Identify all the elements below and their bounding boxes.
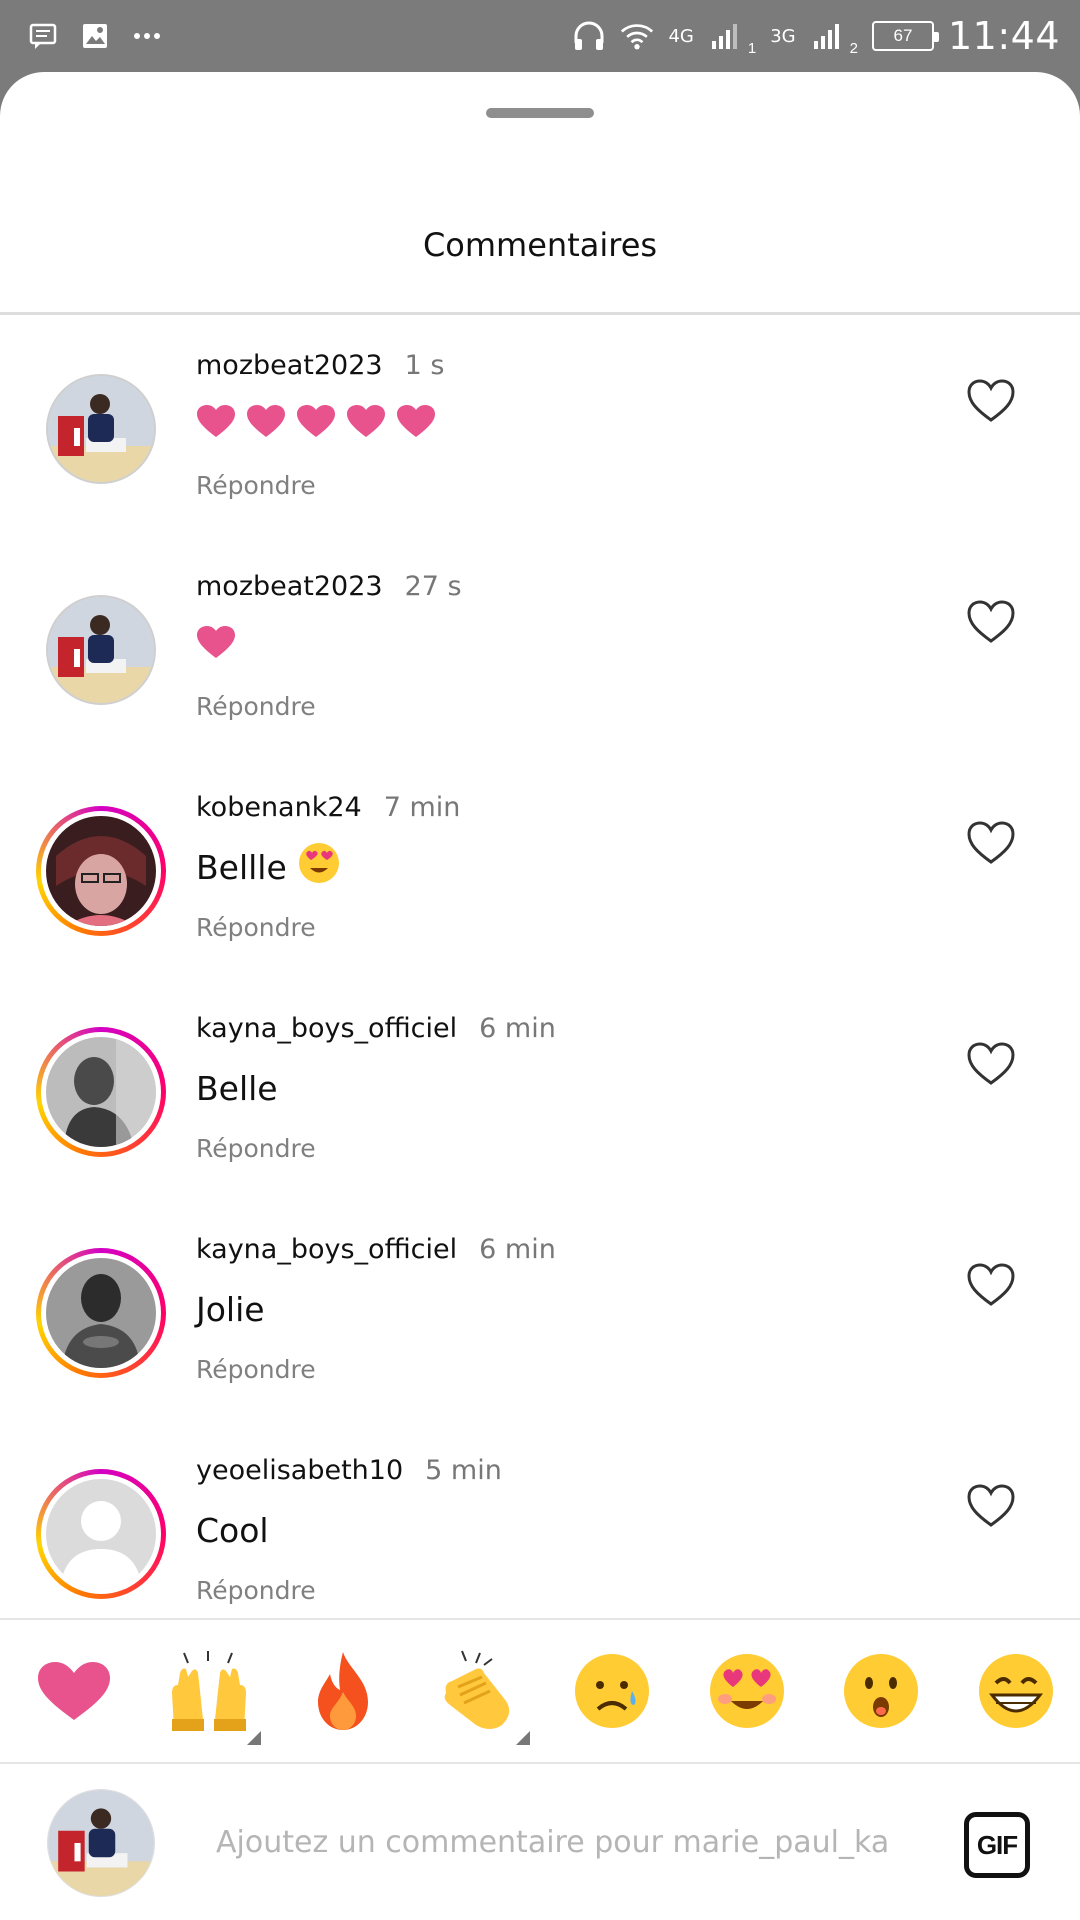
- avatar[interactable]: [46, 595, 156, 705]
- my-avatar[interactable]: [46, 1788, 156, 1898]
- heart-icon: [396, 404, 436, 446]
- comment-text-content: Bellle: [196, 847, 287, 887]
- status-bar: 4G 1 3G 2 67 11:44: [0, 0, 1080, 72]
- comment-time: 6 min: [479, 1013, 556, 1044]
- comment-time: 1 s: [404, 350, 445, 381]
- comment-text: Belle: [196, 1068, 278, 1108]
- fire-icon[interactable]: [295, 1643, 391, 1739]
- clapping-hands-icon[interactable]: [430, 1643, 530, 1745]
- avatar-story-ring[interactable]: [36, 1469, 166, 1599]
- like-heart-icon[interactable]: [966, 820, 1016, 866]
- reply-button[interactable]: Répondre: [196, 1134, 916, 1163]
- heart-icon: [196, 404, 236, 446]
- gif-button[interactable]: GIF: [964, 1812, 1030, 1878]
- divider: [0, 312, 1080, 315]
- like-heart-icon[interactable]: [966, 1041, 1016, 1087]
- heart-icon: [246, 404, 286, 446]
- skin-tone-indicator: [515, 1731, 530, 1745]
- wifi-icon: [620, 19, 654, 53]
- avatar-photo: [46, 1037, 156, 1147]
- comment-item: kobenank24 7 min Bellle Répondre: [0, 758, 1080, 979]
- comment-item: mozbeat2023 1 s Répondre: [0, 316, 1080, 537]
- comment-username[interactable]: kobenank24: [196, 792, 362, 823]
- comment-text: Cool: [196, 1510, 269, 1550]
- avatar[interactable]: [46, 374, 156, 484]
- comment-text: Bellle: [196, 843, 916, 889]
- like-heart-icon[interactable]: [966, 1483, 1016, 1529]
- comment-time: 6 min: [479, 1234, 556, 1265]
- comment-item: kayna_boys_officiel 6 min Belle Répondre: [0, 979, 1080, 1200]
- quick-reactions-bar: [0, 1618, 1080, 1764]
- skin-tone-indicator: [246, 1731, 261, 1745]
- comment-item: kayna_boys_officiel 6 min Jolie Répondre: [0, 1200, 1080, 1421]
- signal-icon-2: [810, 19, 844, 53]
- comment-composer: GIF: [0, 1766, 1080, 1920]
- image-icon: [78, 19, 112, 53]
- clock: 11:44: [947, 14, 1060, 58]
- default-avatar-icon: [46, 1479, 156, 1589]
- sim-2-label: 2: [849, 39, 858, 57]
- avatar-photo: [48, 597, 154, 703]
- surprised-face-icon[interactable]: [833, 1643, 929, 1739]
- comments-list[interactable]: mozbeat2023 1 s Répondre mozbeat2023 27 …: [0, 316, 1080, 1616]
- avatar-photo: [47, 1789, 155, 1897]
- reply-button[interactable]: Répondre: [196, 913, 916, 942]
- network-type-2: 3G: [770, 25, 796, 47]
- avatar-story-ring[interactable]: [36, 1248, 166, 1378]
- sheet-title: Commentaires: [422, 226, 658, 264]
- crying-face-icon[interactable]: [564, 1643, 660, 1739]
- comment-text: [196, 403, 916, 447]
- reply-button[interactable]: Répondre: [196, 1576, 916, 1605]
- reply-button[interactable]: Répondre: [196, 692, 916, 721]
- comment-time: 27 s: [404, 571, 462, 602]
- laughing-face-icon[interactable]: [968, 1643, 1064, 1739]
- heart-reaction-icon[interactable]: [26, 1643, 122, 1739]
- comment-time: 5 min: [425, 1455, 502, 1486]
- headphones-icon: [572, 19, 606, 53]
- like-heart-icon[interactable]: [966, 1262, 1016, 1308]
- avatar-story-ring[interactable]: [36, 1027, 166, 1157]
- comment-input[interactable]: [216, 1814, 936, 1870]
- sim-1-label: 1: [747, 39, 757, 57]
- signal-icon-1: [708, 19, 742, 53]
- like-heart-icon[interactable]: [966, 378, 1016, 424]
- comments-sheet: Commentaires mozbeat2023 1 s Répondre mo…: [0, 72, 1080, 1920]
- reply-button[interactable]: Répondre: [196, 1355, 916, 1384]
- message-icon: [26, 19, 60, 53]
- network-type-1: 4G: [668, 25, 694, 47]
- heart-eyes-emoji-icon: [297, 841, 341, 893]
- battery-icon: 67: [871, 21, 939, 51]
- more-icon: [130, 19, 164, 53]
- comment-text: [196, 624, 916, 668]
- comment-text: Jolie: [196, 1289, 265, 1329]
- heart-icon: [346, 404, 386, 446]
- comment-username[interactable]: mozbeat2023: [196, 350, 383, 381]
- avatar-story-ring[interactable]: [36, 806, 166, 936]
- comment-username[interactable]: mozbeat2023: [196, 571, 383, 602]
- heart-icon: [196, 625, 236, 667]
- comment-username[interactable]: kayna_boys_officiel: [196, 1234, 457, 1265]
- sheet-drag-handle[interactable]: [486, 108, 594, 118]
- comment-time: 7 min: [383, 792, 461, 823]
- heart-icon: [296, 404, 336, 446]
- reply-button[interactable]: Répondre: [196, 471, 916, 500]
- avatar-photo: [46, 816, 156, 926]
- raising-hands-icon[interactable]: [161, 1643, 261, 1745]
- avatar-photo: [46, 1258, 156, 1368]
- comment-item: yeoelisabeth10 5 min Cool Répondre: [0, 1421, 1080, 1616]
- heart-eyes-icon[interactable]: [699, 1643, 795, 1739]
- avatar-photo: [48, 376, 154, 482]
- comment-username[interactable]: yeoelisabeth10: [196, 1455, 403, 1486]
- comment-username[interactable]: kayna_boys_officiel: [196, 1013, 457, 1044]
- comment-item: mozbeat2023 27 s Répondre: [0, 537, 1080, 758]
- like-heart-icon[interactable]: [966, 599, 1016, 645]
